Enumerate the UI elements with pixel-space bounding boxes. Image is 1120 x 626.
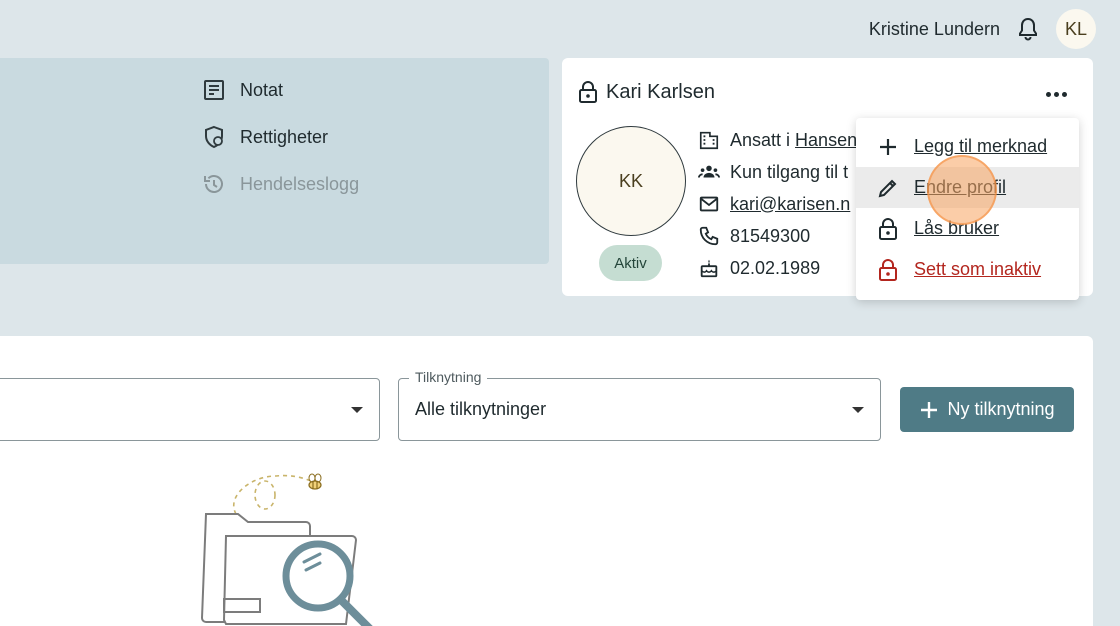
select-value: Alle tilknytninger — [415, 399, 547, 419]
menu-item-edit-profile[interactable]: Endre profil — [856, 167, 1079, 208]
menu-item-add-note[interactable]: Legg til merknad — [856, 126, 1079, 167]
employer-link[interactable]: Hansen — [795, 130, 857, 150]
phone-row: 81549300 — [698, 225, 858, 247]
building-icon — [699, 131, 719, 150]
access-row: Kun tilgang til t — [698, 161, 858, 183]
lock-red-icon — [879, 258, 897, 281]
avatar[interactable]: KL — [1056, 9, 1096, 49]
phone-icon — [699, 226, 719, 246]
cake-icon — [700, 259, 718, 278]
profile-title: Kari Karlsen — [578, 80, 715, 104]
profile-actions-menu: Legg til merknad Endre profil Lås bruker… — [856, 118, 1079, 300]
shield-user-icon — [205, 125, 223, 149]
more-dots-icon — [1045, 91, 1051, 97]
more-dot — [1061, 91, 1067, 97]
new-tilknytning-button[interactable]: Ny tilknytning — [900, 387, 1074, 432]
menu-item-set-inactive[interactable]: Sett som inaktiv — [856, 249, 1079, 290]
nav-item-label: Hendelseslogg — [240, 173, 360, 194]
nav-item-hendelseslogg: Hendelseslogg — [202, 172, 359, 196]
more-dot — [1053, 91, 1059, 97]
group-icon — [698, 165, 720, 178]
birthdate-text: 02.02.1989 — [730, 257, 821, 278]
nav-item-rettigheter[interactable]: Rettigheter — [202, 125, 328, 149]
menu-item-lock-user[interactable]: Lås bruker — [856, 208, 1079, 249]
menu-item-label: Lås bruker — [914, 218, 1000, 238]
nav-item-label: Rettigheter — [240, 126, 329, 147]
profile-name: Kari Karlsen — [606, 80, 715, 103]
button-label: Ny tilknytning — [947, 399, 1055, 419]
select-label: Tilknytning — [409, 369, 488, 385]
email-link[interactable]: kari@karisen.n — [730, 194, 850, 215]
profile-avatar: KK — [576, 126, 686, 236]
phone-text: 81549300 — [730, 225, 811, 246]
caret-down-icon — [351, 407, 363, 413]
employer-row: Ansatt i Hansen — [698, 129, 858, 151]
more-options-button[interactable] — [1040, 82, 1072, 106]
caret-down-icon — [852, 407, 864, 413]
filter-select-left[interactable] — [0, 378, 380, 441]
bell-icon[interactable] — [1016, 17, 1040, 41]
email-row: kari@karisen.n — [698, 193, 858, 215]
menu-item-label: Endre profil — [914, 177, 1007, 197]
note-icon — [204, 80, 224, 100]
bee-icon — [308, 473, 322, 490]
lock-open-icon — [579, 81, 597, 103]
menu-item-label: Legg til merknad — [914, 136, 1048, 156]
plus-icon — [921, 401, 938, 418]
plus-icon — [880, 138, 896, 155]
user-name: Kristine Lundern — [868, 18, 1000, 39]
nav-item-label: Notat — [240, 79, 284, 100]
employer-prefix: Ansatt i — [730, 129, 791, 150]
status-badge: Aktiv — [599, 245, 662, 281]
nav-item-notat[interactable]: Notat — [202, 78, 283, 102]
access-text: Kun tilgang til t — [730, 161, 849, 182]
birthdate-row: 02.02.1989 — [698, 257, 858, 279]
lock-icon — [879, 217, 897, 240]
tilknytning-select[interactable]: Tilknytning Alle tilknytninger — [398, 369, 881, 441]
mail-icon — [699, 196, 719, 212]
history-icon — [204, 175, 223, 193]
user-header: Kristine Lundern KL — [869, 8, 1096, 50]
menu-item-label: Sett som inaktiv — [914, 259, 1042, 279]
empty-folder-illustration — [200, 473, 373, 626]
side-nav-panel: Notat Rettigheter Hendelseslogg — [0, 58, 549, 264]
pencil-icon — [878, 179, 897, 197]
